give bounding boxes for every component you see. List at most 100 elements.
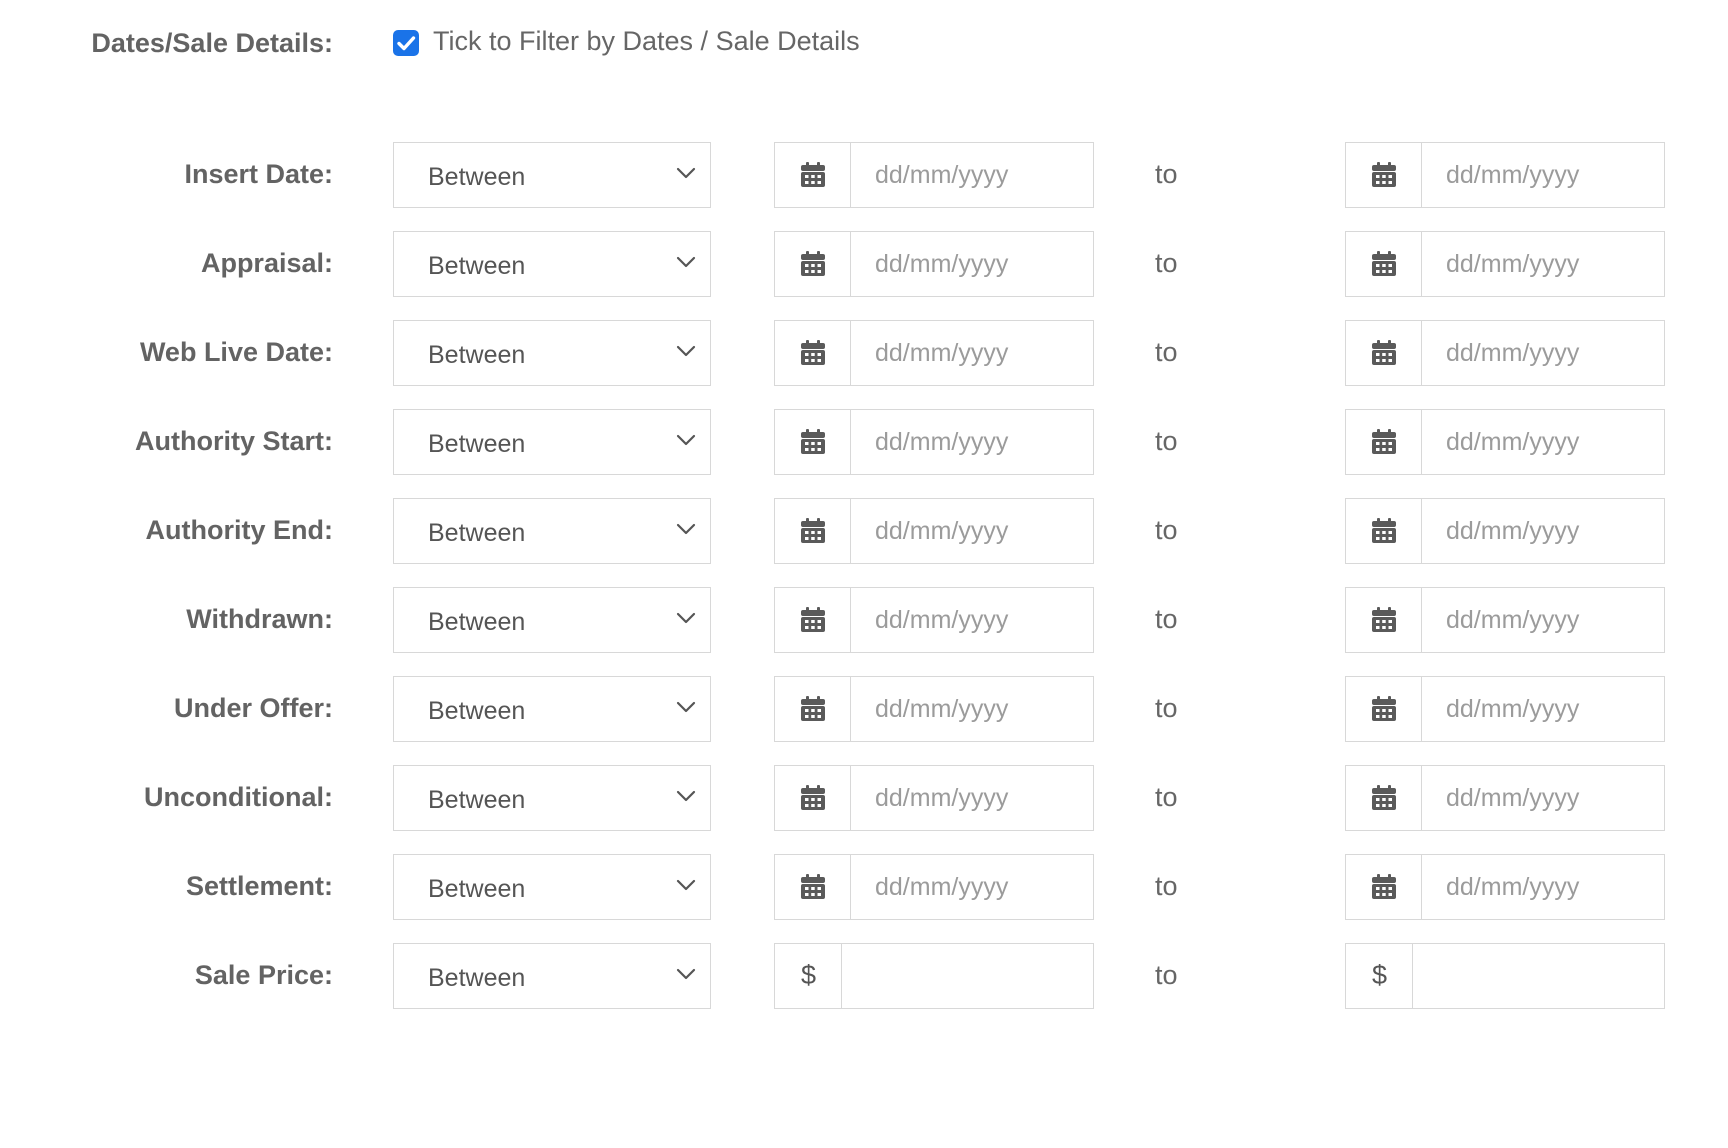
from-date-picker-button[interactable] bbox=[775, 766, 851, 830]
filter-row: Authority End: Between to bbox=[0, 498, 1728, 566]
filter-row: Withdrawn: Between to bbox=[0, 587, 1728, 655]
to-input-group bbox=[1345, 320, 1665, 386]
to-date-picker-button[interactable] bbox=[1346, 232, 1422, 296]
filter-dates-checkbox-label[interactable]: Tick to Filter by Dates / Sale Details bbox=[433, 26, 860, 57]
from-date-input[interactable] bbox=[851, 499, 1093, 563]
calendar-icon bbox=[801, 785, 825, 810]
from-input-group bbox=[774, 320, 1094, 386]
to-separator: to bbox=[1155, 871, 1178, 901]
calendar-icon bbox=[1372, 518, 1396, 543]
to-input-group bbox=[1345, 587, 1665, 653]
operator-select[interactable]: Between bbox=[393, 854, 711, 920]
row-label: Insert Date: bbox=[184, 159, 333, 189]
from-input-group bbox=[774, 854, 1094, 920]
to-date-input[interactable] bbox=[1422, 677, 1664, 741]
to-separator: to bbox=[1155, 337, 1178, 367]
from-input-group bbox=[774, 409, 1094, 475]
to-separator: to bbox=[1155, 248, 1178, 278]
row-label: Authority Start: bbox=[135, 426, 333, 456]
to-date-input[interactable] bbox=[1422, 321, 1664, 385]
from-date-input[interactable] bbox=[851, 855, 1093, 919]
operator-select[interactable]: Between bbox=[393, 320, 711, 386]
operator-select-value: Between bbox=[428, 875, 526, 903]
from-input-group bbox=[774, 765, 1094, 831]
calendar-icon bbox=[1372, 162, 1396, 187]
to-date-input[interactable] bbox=[1422, 499, 1664, 563]
to-separator: to bbox=[1155, 782, 1178, 812]
chevron-down-icon bbox=[676, 879, 696, 891]
operator-select-value: Between bbox=[428, 430, 526, 458]
to-date-input[interactable] bbox=[1422, 143, 1664, 207]
operator-select-value: Between bbox=[428, 964, 526, 992]
to-input-group bbox=[1345, 854, 1665, 920]
to-date-picker-button[interactable] bbox=[1346, 766, 1422, 830]
to-separator: to bbox=[1155, 960, 1178, 990]
to-date-picker-button[interactable] bbox=[1346, 855, 1422, 919]
from-date-input[interactable] bbox=[851, 766, 1093, 830]
from-date-input[interactable] bbox=[851, 410, 1093, 474]
operator-select[interactable]: Between bbox=[393, 765, 711, 831]
chevron-down-icon bbox=[676, 790, 696, 802]
row-label: Unconditional: bbox=[144, 782, 333, 812]
to-date-picker-button[interactable] bbox=[1346, 321, 1422, 385]
from-date-input[interactable] bbox=[851, 321, 1093, 385]
to-input-group bbox=[1345, 676, 1665, 742]
filter-row: Appraisal: Between to bbox=[0, 231, 1728, 299]
from-input-group bbox=[774, 676, 1094, 742]
from-date-input[interactable] bbox=[851, 588, 1093, 652]
to-separator: to bbox=[1155, 515, 1178, 545]
from-date-picker-button[interactable] bbox=[775, 232, 851, 296]
from-date-picker-button[interactable] bbox=[775, 677, 851, 741]
from-currency-addon[interactable]: $ bbox=[775, 944, 842, 1008]
to-input-group bbox=[1345, 498, 1665, 564]
calendar-icon bbox=[1372, 429, 1396, 454]
to-date-input[interactable] bbox=[1422, 232, 1664, 296]
to-separator: to bbox=[1155, 693, 1178, 723]
from-date-input[interactable] bbox=[851, 677, 1093, 741]
chevron-down-icon bbox=[676, 434, 696, 446]
row-label: Web Live Date: bbox=[139, 337, 333, 367]
to-date-input[interactable] bbox=[1422, 410, 1664, 474]
from-date-picker-button[interactable] bbox=[775, 855, 851, 919]
to-date-picker-button[interactable] bbox=[1346, 588, 1422, 652]
to-date-input[interactable] bbox=[1422, 588, 1664, 652]
to-price-input[interactable] bbox=[1413, 944, 1664, 1008]
operator-select[interactable]: Between bbox=[393, 587, 711, 653]
filter-row: Sale Price: Between $ to $ bbox=[0, 943, 1728, 1011]
to-date-input[interactable] bbox=[1422, 766, 1664, 830]
filter-dates-checkbox[interactable] bbox=[393, 30, 419, 56]
from-date-input[interactable] bbox=[851, 232, 1093, 296]
chevron-down-icon bbox=[676, 167, 696, 179]
from-price-input[interactable] bbox=[842, 944, 1093, 1008]
to-date-input[interactable] bbox=[1422, 855, 1664, 919]
to-date-picker-button[interactable] bbox=[1346, 677, 1422, 741]
from-date-picker-button[interactable] bbox=[775, 588, 851, 652]
from-date-picker-button[interactable] bbox=[775, 321, 851, 385]
row-label: Authority End: bbox=[145, 515, 333, 545]
to-input-group bbox=[1345, 765, 1665, 831]
operator-select[interactable]: Between bbox=[393, 409, 711, 475]
from-date-picker-button[interactable] bbox=[775, 499, 851, 563]
from-date-input[interactable] bbox=[851, 143, 1093, 207]
operator-select[interactable]: Between bbox=[393, 142, 711, 208]
operator-select[interactable]: Between bbox=[393, 231, 711, 297]
filter-row: Web Live Date: Between to bbox=[0, 320, 1728, 388]
filter-row: Insert Date: Between to bbox=[0, 142, 1728, 210]
calendar-icon bbox=[801, 340, 825, 365]
to-date-picker-button[interactable] bbox=[1346, 499, 1422, 563]
row-label: Under Offer: bbox=[173, 693, 333, 723]
dollar-icon: $ bbox=[1371, 960, 1388, 990]
operator-select[interactable]: Between bbox=[393, 676, 711, 742]
from-input-group bbox=[774, 587, 1094, 653]
from-input-group: $ bbox=[774, 943, 1094, 1009]
from-date-picker-button[interactable] bbox=[775, 410, 851, 474]
operator-select[interactable]: Between bbox=[393, 498, 711, 564]
from-date-picker-button[interactable] bbox=[775, 143, 851, 207]
row-label: Sale Price: bbox=[194, 960, 333, 990]
to-currency-addon[interactable]: $ bbox=[1346, 944, 1413, 1008]
calendar-icon bbox=[801, 696, 825, 721]
to-date-picker-button[interactable] bbox=[1346, 410, 1422, 474]
to-date-picker-button[interactable] bbox=[1346, 143, 1422, 207]
calendar-icon bbox=[1372, 607, 1396, 632]
operator-select[interactable]: Between bbox=[393, 943, 711, 1009]
